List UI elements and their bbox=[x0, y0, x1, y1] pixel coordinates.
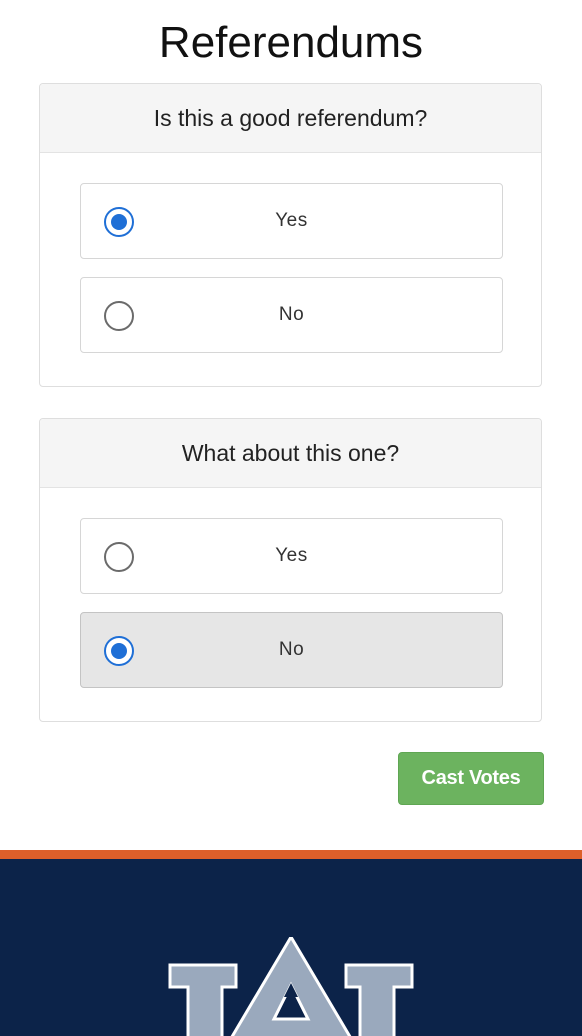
referendum-question-1: Is this a good referendum? bbox=[40, 84, 541, 153]
option-label: Yes bbox=[275, 210, 308, 231]
referendum-2-option-no[interactable]: No bbox=[80, 612, 503, 688]
option-label: No bbox=[278, 639, 305, 660]
referendum-question-2: What about this one? bbox=[40, 419, 541, 488]
referendum-card-1: Is this a good referendum? Yes No bbox=[39, 83, 542, 387]
option-label: Yes bbox=[275, 545, 308, 566]
option-label: No bbox=[278, 304, 305, 325]
referendum-card-2: What about this one? Yes No bbox=[39, 418, 542, 722]
site-footer bbox=[0, 850, 582, 1036]
referendum-2-option-yes[interactable]: Yes bbox=[80, 518, 503, 594]
cast-votes-button[interactable]: Cast Votes bbox=[398, 752, 544, 805]
referendum-1-option-yes[interactable]: Yes bbox=[80, 183, 503, 259]
referendum-1-option-no[interactable]: No bbox=[80, 277, 503, 353]
university-logo-icon bbox=[168, 937, 414, 1036]
page-title: Referendums bbox=[158, 18, 424, 67]
